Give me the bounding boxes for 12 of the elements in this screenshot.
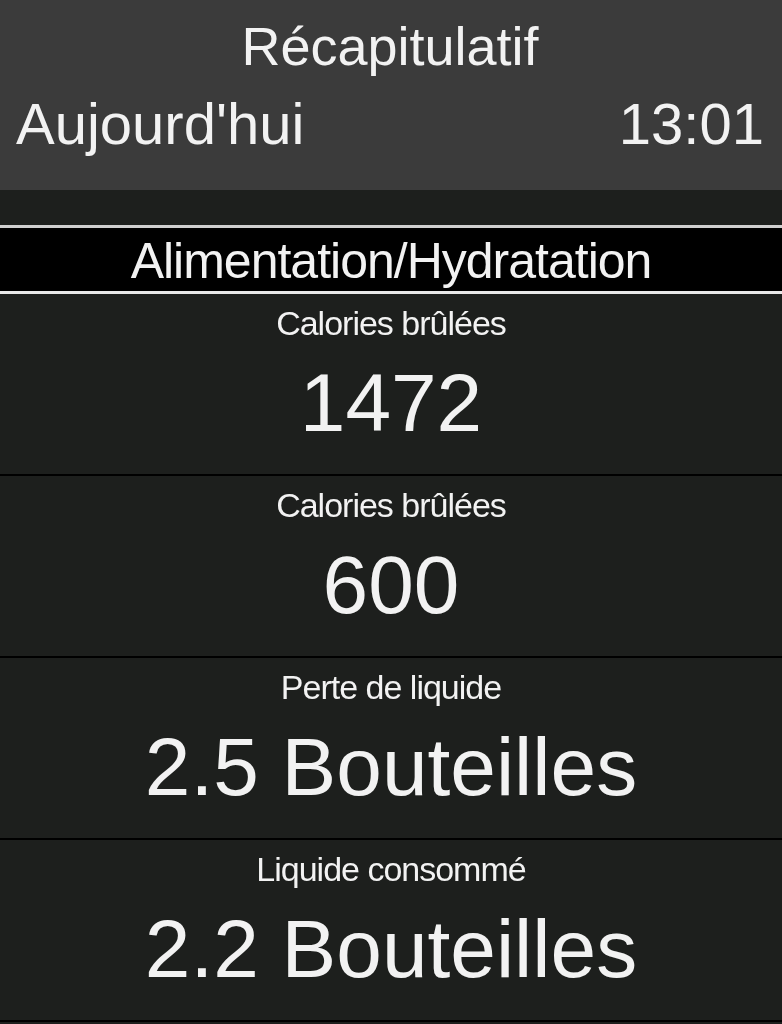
field-value: 2.5 Bouteilles	[144, 721, 638, 812]
field-value: 2.2 Bouteilles	[144, 903, 638, 994]
time-label: 13:01	[618, 90, 764, 158]
field-label: Liquide consommé	[256, 850, 526, 888]
field-label: Calories brûlées	[276, 486, 506, 524]
field-value: 1472	[299, 357, 483, 448]
field-value: 600	[322, 539, 460, 630]
field-label: Calories brûlées	[276, 304, 506, 342]
field-label: Perte de liquide	[280, 668, 502, 706]
section-header: Alimentation/Hydratation	[0, 228, 782, 294]
screen-title: Récapitulatif	[240, 15, 540, 78]
period-label: Aujourd'hui	[16, 90, 305, 158]
